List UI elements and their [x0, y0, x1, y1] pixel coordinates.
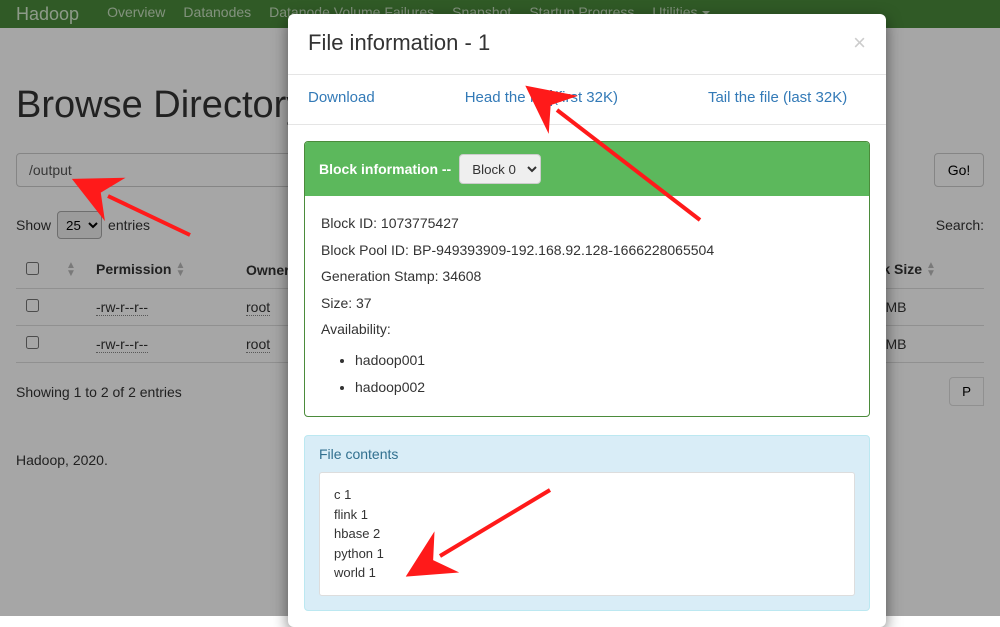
block-id-value: 1073775427	[381, 215, 459, 231]
file-contents-text: c 1 flink 1 hbase 2 python 1 world 1	[319, 472, 855, 596]
block-select[interactable]: Block 0	[459, 154, 541, 184]
gen-stamp-label: Generation Stamp:	[321, 268, 442, 284]
size-value: 37	[356, 295, 372, 311]
block-info-panel: Block information -- Block 0 Block ID: 1…	[304, 141, 870, 417]
head-file-link[interactable]: Head the file(first 32K)	[465, 89, 618, 106]
block-info-label: Block information --	[319, 161, 451, 177]
pool-id-label: Block Pool ID:	[321, 242, 413, 258]
pool-id-value: BP-949393909-192.168.92.128-166622806550…	[413, 242, 714, 258]
file-contents-panel: File contents c 1 flink 1 hbase 2 python…	[304, 435, 870, 611]
modal-title: File information - 1	[308, 30, 490, 56]
availability-node: hadoop001	[355, 347, 853, 374]
tail-file-link[interactable]: Tail the file (last 32K)	[708, 89, 847, 106]
download-link[interactable]: Download	[308, 89, 375, 106]
block-id-label: Block ID:	[321, 215, 381, 231]
file-info-modal: File information - 1 × Download Head the…	[288, 14, 886, 627]
file-contents-label: File contents	[305, 436, 869, 472]
close-icon[interactable]: ×	[853, 32, 866, 54]
text-cursor	[550, 90, 552, 106]
availability-label: Availability:	[321, 316, 853, 343]
size-label: Size:	[321, 295, 356, 311]
availability-node: hadoop002	[355, 374, 853, 401]
gen-stamp-value: 34608	[442, 268, 481, 284]
